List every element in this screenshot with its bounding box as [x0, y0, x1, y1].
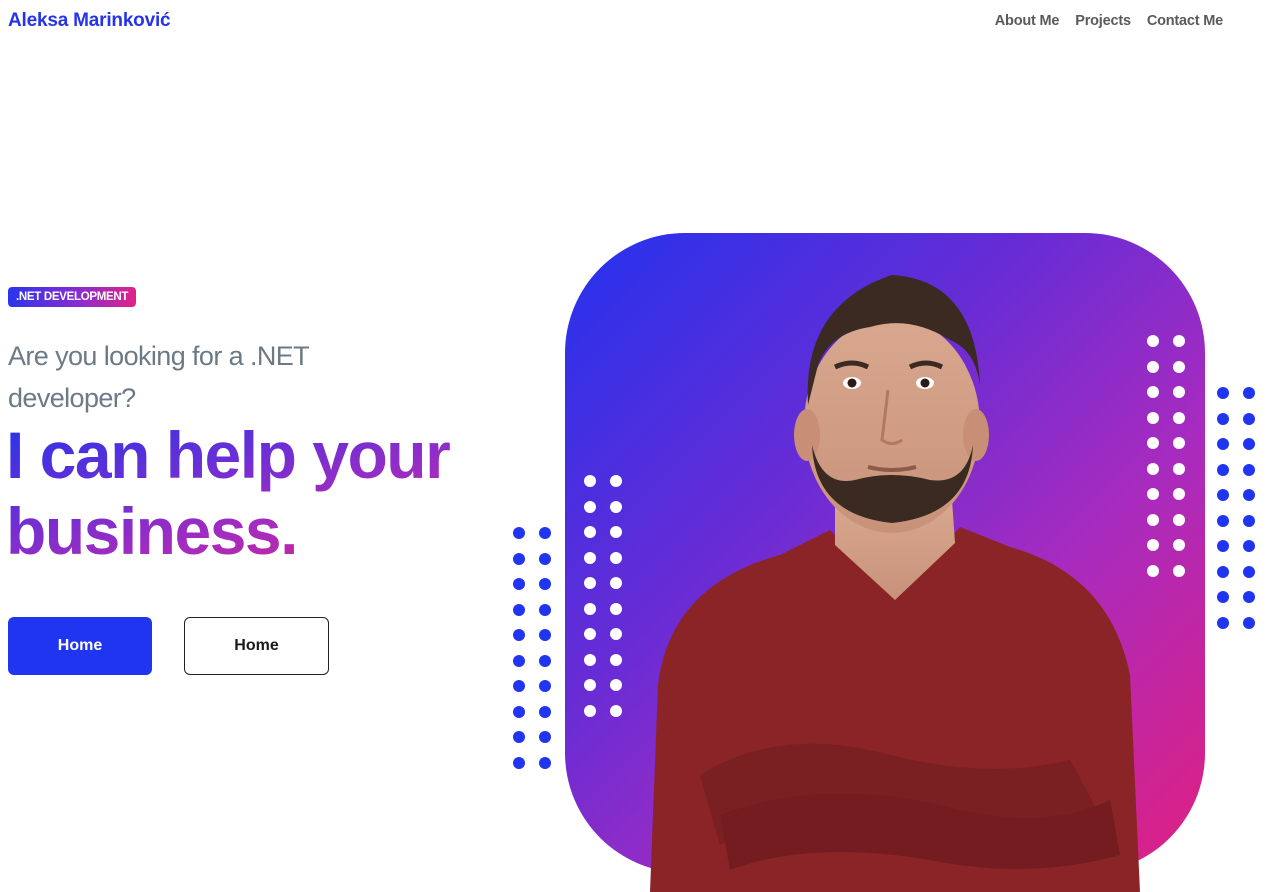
dot: [1173, 513, 1185, 526]
dot: [1217, 438, 1229, 450]
dot: [1173, 564, 1185, 577]
dot: [1243, 616, 1255, 629]
dot: [1217, 387, 1229, 399]
dot: [539, 756, 551, 769]
dot: [610, 628, 622, 640]
dot: [513, 654, 525, 667]
dot-pattern-right-blue: [1217, 387, 1255, 629]
dot: [1173, 411, 1185, 424]
dot: [1173, 462, 1185, 475]
dot: [513, 603, 525, 616]
page: Aleksa Marinković About Me Projects Cont…: [0, 0, 1277, 892]
dot: [610, 475, 622, 487]
brand-logo-link[interactable]: Aleksa Marinković: [8, 10, 171, 32]
dot: [1217, 489, 1229, 501]
dot: [584, 602, 596, 615]
nav-link-about-me[interactable]: About Me: [995, 13, 1060, 29]
dot: [1217, 514, 1229, 527]
dot: [1173, 488, 1185, 500]
dot: [584, 475, 596, 487]
dot: [1217, 540, 1229, 552]
dot: [1243, 463, 1255, 476]
hero-question: Are you looking for a .NET developer?: [8, 341, 309, 413]
home-secondary-button[interactable]: Home: [184, 617, 329, 675]
dot: [1217, 565, 1229, 578]
dot-pattern-left-white: [584, 475, 622, 717]
nav-link-projects[interactable]: Projects: [1075, 13, 1131, 29]
dot: [513, 756, 525, 769]
nav-link-contact-me[interactable]: Contact Me: [1147, 13, 1223, 29]
dot: [1217, 591, 1229, 603]
dot: [1217, 616, 1229, 629]
dot: [1243, 438, 1255, 450]
dot: [1173, 335, 1185, 347]
dot: [610, 653, 622, 666]
dot: [1243, 565, 1255, 578]
dot: [539, 552, 551, 565]
top-nav: About Me Projects Contact Me: [995, 13, 1223, 29]
dot: [1173, 437, 1185, 449]
dot: [584, 704, 596, 717]
dot: [610, 526, 622, 538]
dot: [1243, 540, 1255, 552]
dot: [584, 551, 596, 564]
dot: [513, 527, 525, 539]
dot: [1243, 387, 1255, 399]
dot: [1173, 386, 1185, 398]
category-badge: .NET DEVELOPMENT: [8, 287, 137, 307]
dot: [1173, 360, 1185, 373]
home-primary-button[interactable]: Home: [8, 617, 152, 675]
dot: [584, 577, 596, 589]
dot: [1217, 463, 1229, 476]
dot: [539, 680, 551, 692]
dot: [584, 653, 596, 666]
dot: [539, 603, 551, 616]
dot: [539, 629, 551, 641]
dot: [584, 500, 596, 513]
dot-pattern-left-blue: [513, 527, 551, 769]
hero-headline: I can help your business.: [6, 417, 506, 569]
dot: [1217, 412, 1229, 425]
dot: [1173, 539, 1185, 551]
dot: [610, 551, 622, 564]
dot: [1243, 489, 1255, 501]
dot: [539, 705, 551, 718]
dot: [513, 578, 525, 590]
dot: [1243, 591, 1255, 603]
dot: [584, 628, 596, 640]
developer-portrait: [650, 275, 1140, 892]
dot: [1243, 514, 1255, 527]
dot: [539, 578, 551, 590]
dot: [539, 731, 551, 743]
dot: [610, 704, 622, 717]
dot: [610, 602, 622, 615]
dot: [610, 577, 622, 589]
dot: [584, 679, 596, 691]
dot: [610, 500, 622, 513]
dot: [1243, 412, 1255, 425]
dot: [610, 679, 622, 691]
dot: [513, 629, 525, 641]
dot: [513, 705, 525, 718]
dot: [584, 526, 596, 538]
dot: [539, 527, 551, 539]
dot: [539, 654, 551, 667]
dot: [513, 552, 525, 565]
dot: [513, 731, 525, 743]
dot: [513, 680, 525, 692]
